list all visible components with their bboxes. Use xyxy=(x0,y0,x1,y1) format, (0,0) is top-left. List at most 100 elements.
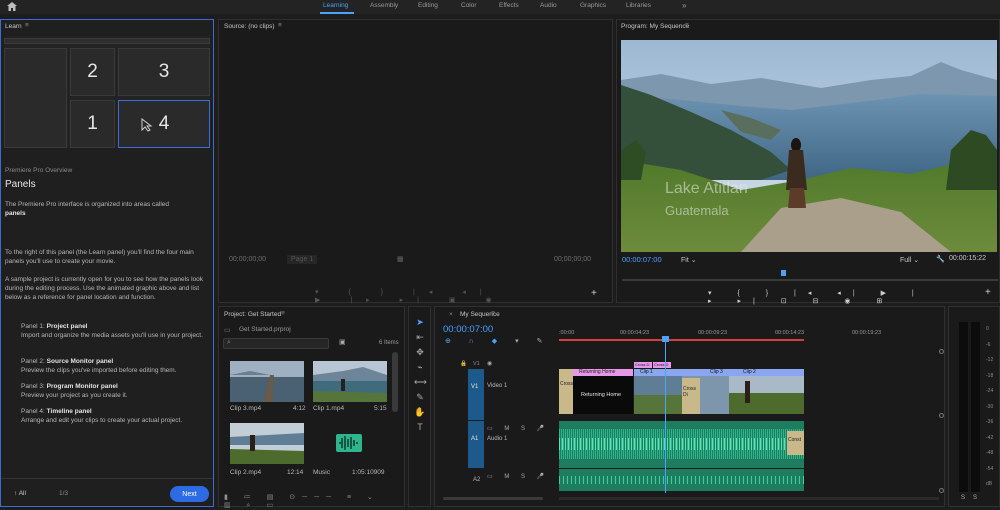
timeline-close-icon[interactable]: × xyxy=(449,311,453,318)
program-timecode[interactable]: 00:00:07:00 xyxy=(622,255,662,264)
tab-color[interactable]: Color xyxy=(461,2,477,9)
clip-1-on-timeline[interactable]: Clip 1 xyxy=(634,369,682,414)
all-button[interactable]: ↑ All xyxy=(14,489,26,498)
timeline-tool-icons[interactable]: ⊕ ∩ ◆ ▾ ✎ xyxy=(445,337,550,345)
item-2-prefix: Panel 2: xyxy=(21,358,45,365)
program-scrubber[interactable] xyxy=(622,279,998,281)
audio-meter-panel: 0 -6 -12 -18 -24 -30 -36 -42 -48 -54 dB … xyxy=(948,306,1000,507)
fit-dropdown[interactable]: Fit ⌄ xyxy=(681,256,697,264)
clip-1-thumbnail[interactable] xyxy=(313,361,387,402)
clip-1-header: Clip 1 xyxy=(634,369,682,376)
timeline-playhead[interactable] xyxy=(665,338,666,493)
timeline-menu-icon[interactable]: ≡ xyxy=(491,310,495,317)
clip-3-header: Clip 3 xyxy=(682,369,729,376)
music-thumbnail[interactable] xyxy=(313,423,387,464)
program-menu-icon[interactable]: ≡ xyxy=(685,22,689,29)
clip-3-thumbnail[interactable] xyxy=(230,361,304,402)
a1-target-label: A1 xyxy=(471,436,479,442)
timeline-zoom-bar[interactable] xyxy=(559,497,939,500)
timeline-timecode[interactable]: 00:00:07:00 xyxy=(443,324,493,335)
learn-panel: Learn ≡ 2 3 1 4 Premiere Pro Overview Pa… xyxy=(0,19,214,507)
item-1-desc: Import and organize the media assets you… xyxy=(21,332,203,339)
project-footer-controls[interactable]: ▮ ≔ ▤ ⊙─── ≡ ⌄ ▥ ⌕ ▭ xyxy=(224,493,402,509)
a2-track-controls[interactable]: ▭ M S 🎤 xyxy=(487,473,549,480)
learn-item-3: Panel 3: Program Monitor panel Preview y… xyxy=(21,382,211,400)
wrench-icon[interactable]: 🔧 xyxy=(936,255,945,263)
new-bin-icon[interactable]: ▣ xyxy=(339,338,346,346)
time-ruler[interactable]: :00:00 00:00:04:23 00:00:09:23 00:00:14:… xyxy=(559,325,939,341)
v1-target[interactable]: V1 xyxy=(468,369,484,420)
graphic-box-3: 3 xyxy=(118,48,210,96)
lock-v1-icon[interactable]: 🔒 xyxy=(460,361,467,367)
timeline-playhead-handle[interactable] xyxy=(662,336,669,342)
audio1-label: Audio 1 xyxy=(487,436,508,442)
track-v1-label-small: V1 xyxy=(473,361,480,367)
learn-section: Premiere Pro Overview xyxy=(5,167,73,174)
ruler-label-2: 00:00:09:23 xyxy=(698,330,728,336)
tab-assembly[interactable]: Assembly xyxy=(370,2,398,9)
source-add-button[interactable]: + xyxy=(591,288,597,299)
cross-transition-2-label: Cross D xyxy=(654,362,669,367)
audio-wave-icon xyxy=(336,434,362,452)
clip-2-on-timeline[interactable]: Clip 2 xyxy=(729,369,804,414)
tab-audio[interactable]: Audio xyxy=(540,2,557,9)
cross-dissolve-clip-a[interactable]: Cross xyxy=(559,369,573,414)
learn-item-4: Panel 4: Timeline panel Arrange and edit… xyxy=(21,407,211,425)
project-search-input[interactable]: ⌕ xyxy=(223,338,329,349)
clip-2-header: Clip 2 xyxy=(729,369,804,376)
music-name: Music xyxy=(313,469,330,476)
tab-learning[interactable]: Learning xyxy=(323,2,348,9)
a2-waveform xyxy=(559,476,804,484)
cross-dissolve-transition-1[interactable]: Cross D xyxy=(634,362,652,368)
learn-item-2: Panel 2: Source Monitor panel Preview th… xyxy=(21,357,211,375)
source-timecode-in: 00;00;00;00 xyxy=(229,256,266,263)
a1-track-controls[interactable]: ▭ M S 🎤 xyxy=(487,425,549,432)
clip-2-thumbnail[interactable] xyxy=(230,423,304,464)
solo-right-button[interactable]: S xyxy=(973,495,977,501)
source-page-field[interactable]: Page 1 xyxy=(287,255,318,264)
music-audio-clip[interactable]: Const xyxy=(559,421,804,468)
tool-icons[interactable]: ➤ ⇤ ✥ ⌁ ⟷ ✎ ✋ T xyxy=(414,315,427,435)
learn-divider xyxy=(1,478,213,479)
a2-audio-clip[interactable] xyxy=(559,469,804,491)
a1-target[interactable]: A1 xyxy=(468,421,484,468)
tab-libraries[interactable]: Libraries xyxy=(626,2,651,9)
program-add-button[interactable]: + xyxy=(985,287,991,298)
tab-graphics[interactable]: Graphics xyxy=(580,2,606,9)
title-clip-returning-home[interactable]: Returning Home Returning Home xyxy=(573,369,633,414)
program-transport[interactable]: ▾ { } |◂ ◂| ▶ |▸ ▸| ⊡ ⊟ ◉ ⊞ xyxy=(708,289,938,305)
clip-3-on-timeline[interactable]: Clip 3 Cross Di xyxy=(682,369,729,414)
quality-dropdown[interactable]: Full ⌄ xyxy=(900,256,919,264)
learn-p1-bold: panels xyxy=(5,210,26,217)
panel-menu-icon[interactable]: ≡ xyxy=(25,22,29,29)
cross-dissolve-clip-b: Cross Di xyxy=(682,378,700,414)
meter-label-4: -24 xyxy=(986,388,994,394)
work-area-bar[interactable] xyxy=(559,339,804,341)
vertical-zoom-bottom[interactable] xyxy=(939,488,944,493)
vertical-zoom-top[interactable] xyxy=(939,349,944,354)
ruler-label-3: 00:00:14:23 xyxy=(775,330,805,336)
tab-effects[interactable]: Effects xyxy=(499,2,519,9)
source-settings-icon[interactable]: ▦ xyxy=(397,255,404,263)
selection-tool-icon[interactable]: ➤ xyxy=(416,317,424,327)
cross-dissolve-transition-2[interactable]: Cross D xyxy=(653,362,671,368)
program-playhead[interactable] xyxy=(781,270,786,276)
learn-panel-title: Learn xyxy=(5,23,22,30)
v1-eye-icon[interactable]: ◉ xyxy=(487,360,492,367)
clip-1-duration: 5:15 xyxy=(374,405,387,412)
solo-left-button[interactable]: S xyxy=(961,495,965,501)
horizontal-scrollbar[interactable] xyxy=(443,497,543,500)
project-scrollbar[interactable] xyxy=(392,352,398,412)
clip-2-landscape xyxy=(729,393,804,414)
tab-editing[interactable]: Editing xyxy=(418,2,438,9)
source-menu-icon[interactable]: ≡ xyxy=(278,22,282,29)
constant-power-transition[interactable]: Const xyxy=(787,431,804,455)
next-button[interactable]: Next xyxy=(170,486,209,502)
vertical-zoom-mid[interactable] xyxy=(939,413,944,418)
more-workspaces-icon[interactable]: » xyxy=(682,1,686,10)
source-transport[interactable]: ▾ { } |◂ ◂| ▶ |▸ ▸| ▣ ◉ xyxy=(315,288,515,304)
project-menu-icon[interactable]: ≡ xyxy=(281,310,285,317)
tools-panel: ➤ ⇤ ✥ ⌁ ⟷ ✎ ✋ T xyxy=(408,306,431,507)
home-icon[interactable] xyxy=(7,2,17,13)
quality-label: Full xyxy=(900,257,912,264)
